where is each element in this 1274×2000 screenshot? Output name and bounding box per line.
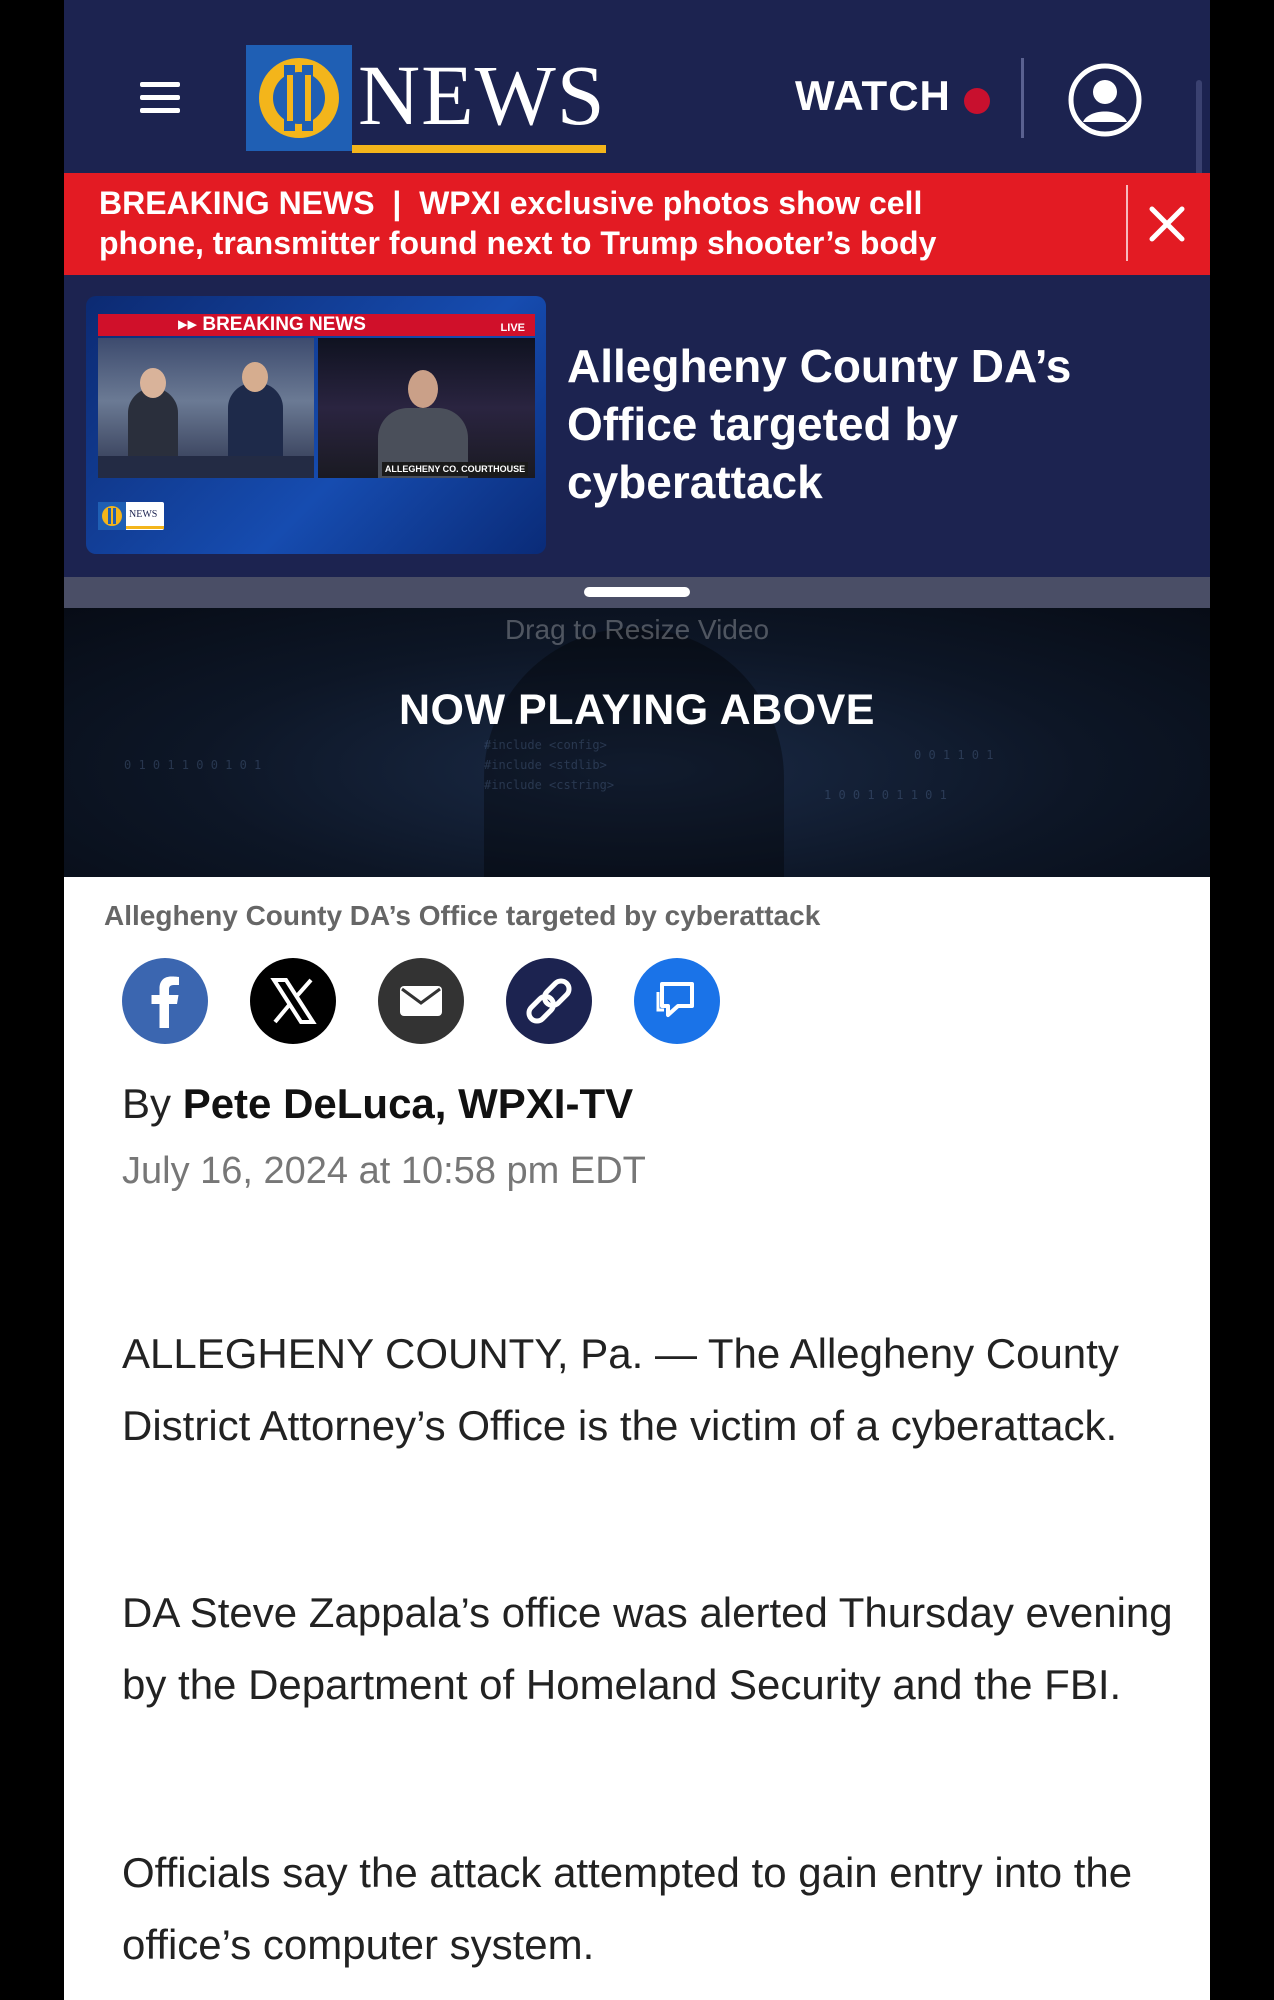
facebook-share-button[interactable] — [122, 958, 208, 1044]
anchor-desk-image — [98, 338, 314, 478]
email-icon — [378, 958, 464, 1044]
thumbnail-caption: ALLEGHENY CO. COURTHOUSE — [382, 462, 528, 476]
header-divider — [1021, 58, 1024, 138]
fast-forward-icon: ▸▸ — [178, 314, 203, 335]
comment-icon — [634, 958, 720, 1044]
byline-prefix: By — [122, 1080, 172, 1127]
thumbnail-logo: NEWS — [98, 502, 164, 530]
facebook-icon — [122, 958, 208, 1044]
email-share-button[interactable] — [378, 958, 464, 1044]
byline: By Pete DeLuca, WPXI-TV — [122, 1080, 633, 1128]
x-icon — [250, 958, 336, 1044]
drag-handle[interactable] — [584, 587, 690, 597]
image-caption: Allegheny County DA’s Office targeted by… — [104, 900, 821, 931]
logo-mark — [246, 45, 352, 151]
breaking-separator: | — [392, 185, 402, 221]
watch-link[interactable]: WATCH — [795, 72, 951, 120]
thumbnail-banner-text: BREAKING NEWS — [202, 314, 366, 335]
live-dot-icon — [964, 88, 990, 114]
article-paragraph: DA Steve Zappala’s office was alerted Th… — [122, 1589, 1173, 1708]
thumbnail-banner: ▸▸ BREAKING NEWS LIVE — [98, 314, 535, 336]
site-logo[interactable]: NEWS — [246, 45, 606, 153]
now-playing-label: NOW PLAYING ABOVE — [399, 686, 875, 734]
breaking-news-text[interactable]: BREAKING NEWS | WPXI exclusive photos sh… — [99, 183, 1019, 263]
account-icon[interactable] — [1067, 62, 1143, 138]
video-player[interactable]: ▸▸ BREAKING NEWS LIVE ALLEGHENY CO. COUR… — [64, 275, 1210, 577]
comments-button[interactable] — [634, 958, 720, 1044]
drag-to-resize-hint: Drag to Resize Video — [504, 614, 770, 645]
thumbnail-logo-text: NEWS — [129, 509, 158, 520]
menu-icon[interactable] — [140, 82, 180, 114]
logo-text: NEWS — [358, 47, 606, 143]
breaking-news-bar[interactable]: BREAKING NEWS | WPXI exclusive photos sh… — [64, 173, 1210, 275]
breaking-divider — [1126, 185, 1128, 261]
video-title[interactable]: Allegheny County DA’s Office targeted by… — [567, 337, 1187, 511]
copy-link-button[interactable] — [506, 958, 592, 1044]
close-icon[interactable] — [1142, 199, 1192, 249]
author-name[interactable]: Pete DeLuca, WPXI-TV — [183, 1080, 633, 1127]
resize-handle-bar[interactable] — [64, 577, 1210, 608]
breaking-label: BREAKING NEWS — [99, 185, 375, 221]
link-icon — [506, 958, 592, 1044]
article-paragraph: ALLEGHENY COUNTY, Pa. — The Allegheny Co… — [122, 1330, 1119, 1449]
background-image — [484, 628, 784, 877]
now-playing-panel: 0 1 0 1 1 0 0 1 0 1 #include <config> #i… — [64, 608, 1210, 877]
x-share-button[interactable] — [250, 958, 336, 1044]
article-paragraph: Officials say the attack attempted to ga… — [122, 1849, 1133, 1968]
site-header: NEWS WATCH — [64, 0, 1210, 173]
reporter-image — [318, 338, 535, 478]
article-page: NEWS WATCH BREAKING NEWS | WPXI exclusiv… — [64, 0, 1210, 2000]
live-tag: LIVE — [500, 322, 525, 334]
video-thumbnail[interactable]: ▸▸ BREAKING NEWS LIVE ALLEGHENY CO. COUR… — [86, 296, 546, 554]
publish-date: July 16, 2024 at 10:58 pm EDT — [122, 1150, 646, 1192]
logo-underline — [352, 145, 606, 153]
